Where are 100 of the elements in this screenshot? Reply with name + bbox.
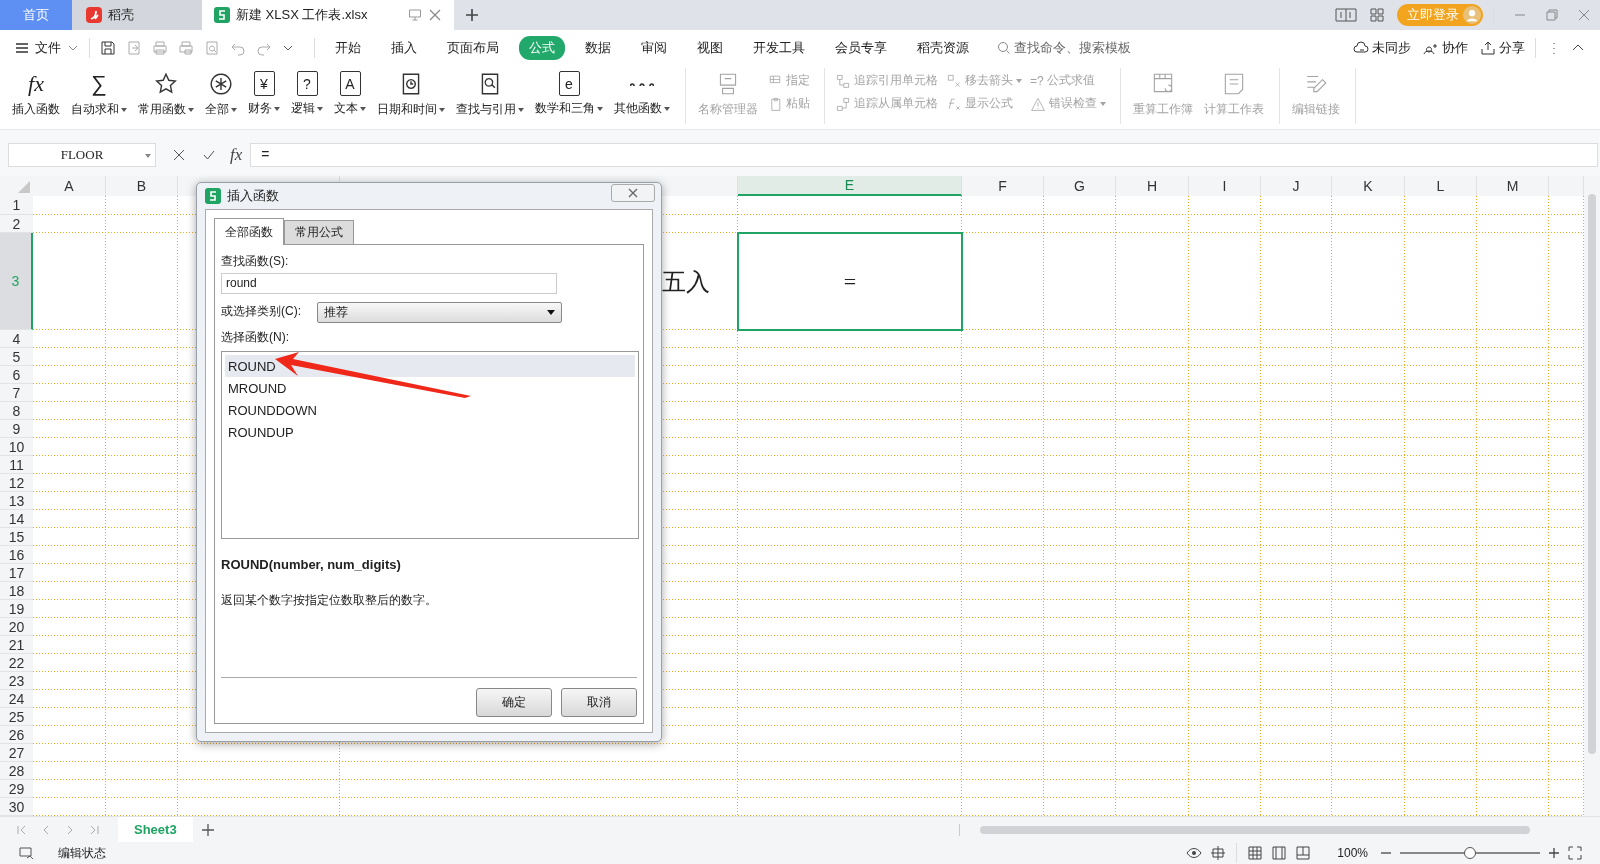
dialog-tab[interactable]: 常用公式 bbox=[284, 220, 354, 244]
row-header[interactable]: 16 bbox=[0, 546, 33, 564]
ribbon-tab[interactable]: 开发工具 bbox=[743, 36, 815, 60]
column-header[interactable]: E bbox=[844, 177, 855, 193]
row-header[interactable]: 10 bbox=[0, 438, 33, 456]
column-header[interactable]: A bbox=[64, 178, 74, 194]
row-header[interactable]: 15 bbox=[0, 528, 33, 546]
page-layout-icon[interactable] bbox=[1271, 845, 1288, 861]
row-header[interactable]: 17 bbox=[0, 564, 33, 582]
ribbon-tab[interactable]: 视图 bbox=[687, 36, 733, 60]
zoom-in-icon[interactable] bbox=[1548, 847, 1560, 859]
function-category-button[interactable]: ? 逻辑 bbox=[287, 68, 327, 117]
row-header[interactable]: 2 bbox=[0, 215, 33, 233]
function-category-button[interactable]: ¥ 财务 bbox=[244, 68, 284, 117]
check-icon[interactable] bbox=[202, 148, 216, 162]
book-view-icon[interactable] bbox=[1295, 845, 1312, 861]
print-icon[interactable] bbox=[178, 40, 194, 56]
preview-icon[interactable] bbox=[204, 40, 220, 56]
eye-icon[interactable] bbox=[1186, 845, 1203, 861]
ribbon-tab[interactable]: 页面布局 bbox=[437, 36, 509, 60]
formula-input[interactable]: = bbox=[250, 143, 1598, 167]
column-header[interactable]: F bbox=[998, 178, 1007, 194]
cancel-button[interactable]: 取消 bbox=[561, 688, 637, 717]
ribbon-tab[interactable]: 会员专享 bbox=[825, 36, 897, 60]
row-header[interactable]: 13 bbox=[0, 492, 33, 510]
row-header[interactable]: 24 bbox=[0, 690, 33, 708]
row-header[interactable]: 22 bbox=[0, 654, 33, 672]
ok-button[interactable]: 确定 bbox=[476, 688, 552, 717]
last-sheet-icon[interactable] bbox=[88, 823, 100, 836]
function-category-button[interactable]: 查找与引用 bbox=[452, 68, 528, 118]
column-header[interactable]: B bbox=[136, 178, 147, 194]
selected-cell[interactable]: = bbox=[737, 232, 963, 331]
crosshair-icon[interactable] bbox=[1210, 845, 1227, 861]
new-tab-icon[interactable] bbox=[464, 7, 480, 23]
file-menu[interactable]: 文件 bbox=[35, 39, 61, 57]
row-header[interactable]: 26 bbox=[0, 726, 33, 744]
row-header[interactable]: 6 bbox=[0, 366, 33, 384]
dialog-tab[interactable]: 全部函数 bbox=[214, 218, 284, 245]
menu-icon[interactable] bbox=[14, 40, 30, 56]
name-box[interactable]: FLOOR bbox=[8, 143, 156, 167]
function-category-button[interactable]: 其他函数 bbox=[610, 68, 674, 117]
function-category-button[interactable]: ∑ 自动求和 bbox=[67, 68, 131, 118]
print-icon[interactable] bbox=[152, 40, 168, 56]
insert-function-button[interactable]: fx bbox=[230, 145, 243, 165]
row-header[interactable]: 4 bbox=[0, 330, 33, 348]
toolbar-action[interactable]: 协作 bbox=[1423, 39, 1468, 57]
column-header[interactable]: I bbox=[1222, 178, 1227, 194]
row-header[interactable]: 21 bbox=[0, 636, 33, 654]
reading-mode-icon[interactable] bbox=[1335, 7, 1357, 23]
vertical-scrollbar[interactable] bbox=[1584, 176, 1600, 816]
row-header[interactable]: 23 bbox=[0, 672, 33, 690]
toolbar-action[interactable]: 分享 bbox=[1480, 39, 1525, 57]
restore-icon[interactable] bbox=[1545, 8, 1559, 22]
cancel-icon[interactable] bbox=[172, 148, 186, 162]
export-icon[interactable] bbox=[126, 40, 142, 56]
grid-icon[interactable] bbox=[1369, 7, 1385, 23]
function-item[interactable]: ROUNDDOWN bbox=[225, 399, 635, 421]
normal-view-icon[interactable] bbox=[1247, 845, 1264, 861]
ribbon-tab[interactable]: 开始 bbox=[325, 36, 371, 60]
fullscreen-icon[interactable] bbox=[1568, 846, 1582, 860]
row-header[interactable]: 8 bbox=[0, 402, 33, 420]
row-header[interactable]: 9 bbox=[0, 420, 33, 438]
function-category-button[interactable]: fx 插入函数 bbox=[8, 68, 64, 118]
row-header[interactable]: 28 bbox=[0, 762, 33, 780]
toolbar-action[interactable]: 未同步 bbox=[1353, 39, 1411, 57]
row-header[interactable]: 11 bbox=[0, 456, 33, 474]
command-search[interactable]: 查找命令、搜索模板 bbox=[997, 39, 1131, 57]
ribbon-tab[interactable]: 数据 bbox=[575, 36, 621, 60]
function-category-button[interactable]: e 数学和三角 bbox=[531, 68, 607, 117]
row-header[interactable]: 30 bbox=[0, 798, 33, 816]
function-category-button[interactable]: 全部 bbox=[201, 68, 241, 118]
add-sheet-icon[interactable] bbox=[200, 822, 215, 837]
row-header[interactable]: 14 bbox=[0, 510, 33, 528]
close-icon[interactable] bbox=[1577, 8, 1591, 22]
column-header[interactable]: M bbox=[1506, 178, 1519, 194]
document-tab[interactable]: 稻壳 bbox=[72, 0, 202, 30]
column-header[interactable]: K bbox=[1363, 178, 1373, 194]
function-category-button[interactable]: 日期和时间 bbox=[373, 68, 449, 118]
monitor-icon[interactable] bbox=[408, 8, 422, 22]
close-button[interactable] bbox=[611, 184, 655, 202]
row-header[interactable]: 1 bbox=[0, 196, 33, 215]
ribbon-tab[interactable]: 稻壳资源 bbox=[907, 36, 979, 60]
category-dropdown[interactable]: 推荐 bbox=[317, 302, 562, 323]
row-header[interactable]: 7 bbox=[0, 384, 33, 402]
row-header[interactable]: 20 bbox=[0, 618, 33, 636]
row-header[interactable]: 29 bbox=[0, 780, 33, 798]
function-item[interactable]: MROUND bbox=[225, 377, 635, 399]
row-header[interactable]: 19 bbox=[0, 600, 33, 618]
function-category-button[interactable]: 常用函数 bbox=[134, 68, 198, 118]
column-header[interactable]: G bbox=[1074, 178, 1085, 194]
first-sheet-icon[interactable] bbox=[16, 823, 28, 836]
search-field[interactable]: round bbox=[221, 273, 557, 294]
function-item[interactable]: ROUNDUP bbox=[225, 421, 635, 443]
column-header[interactable]: L bbox=[1436, 178, 1445, 194]
column-header[interactable]: H bbox=[1146, 178, 1158, 194]
close-icon[interactable] bbox=[428, 8, 442, 22]
function-category-button[interactable]: A 文本 bbox=[330, 68, 370, 117]
row-header[interactable]: 12 bbox=[0, 474, 33, 492]
row-header[interactable]: 25 bbox=[0, 708, 33, 726]
column-header[interactable]: J bbox=[1292, 178, 1300, 194]
